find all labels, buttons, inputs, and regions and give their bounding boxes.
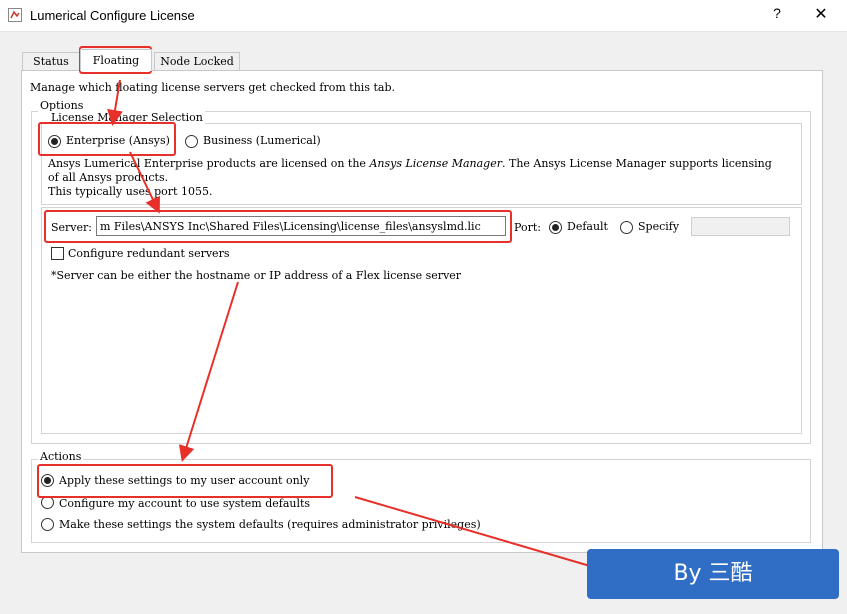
help-button[interactable]: ? [768,5,786,25]
server-note: *Server can be either the hostname or IP… [51,269,462,282]
highlight-enterprise [38,122,176,156]
app-icon [8,8,22,22]
actions-legend: Actions [38,450,84,463]
business-radio[interactable] [185,135,198,148]
port-label: Port: [514,221,541,234]
intro-text: Manage which floating license servers ge… [30,81,395,94]
use-system-defaults-label[interactable]: Configure my account to use system defau… [59,497,310,510]
tab-floating[interactable]: Floating [80,49,152,71]
port-input[interactable] [691,217,790,236]
port-default-radio[interactable] [549,221,562,234]
make-system-defaults-radio[interactable] [41,518,54,531]
redundant-servers-checkbox[interactable] [51,247,64,260]
license-description-line3: This typically uses port 1055. [48,185,213,198]
highlight-apply [37,464,333,498]
port-specify-label[interactable]: Specify [638,220,679,233]
tab-node-locked[interactable]: Node Locked [154,52,240,71]
close-button[interactable]: ✕ [812,4,830,24]
window-title: Lumerical Configure License [30,8,195,23]
watermark-badge: By 三酷 [587,549,839,599]
tab-status[interactable]: Status [22,52,80,71]
make-system-defaults-label[interactable]: Make these settings the system defaults … [59,518,481,531]
port-specify-radio[interactable] [620,221,633,234]
license-description-line1: Ansys Lumerical Enterprise products are … [48,157,772,170]
redundant-servers-label[interactable]: Configure redundant servers [68,247,229,260]
port-default-label[interactable]: Default [567,220,608,233]
highlight-server [44,210,512,243]
business-label[interactable]: Business (Lumerical) [203,134,321,147]
license-description-line2: of all Ansys products. [48,171,169,184]
